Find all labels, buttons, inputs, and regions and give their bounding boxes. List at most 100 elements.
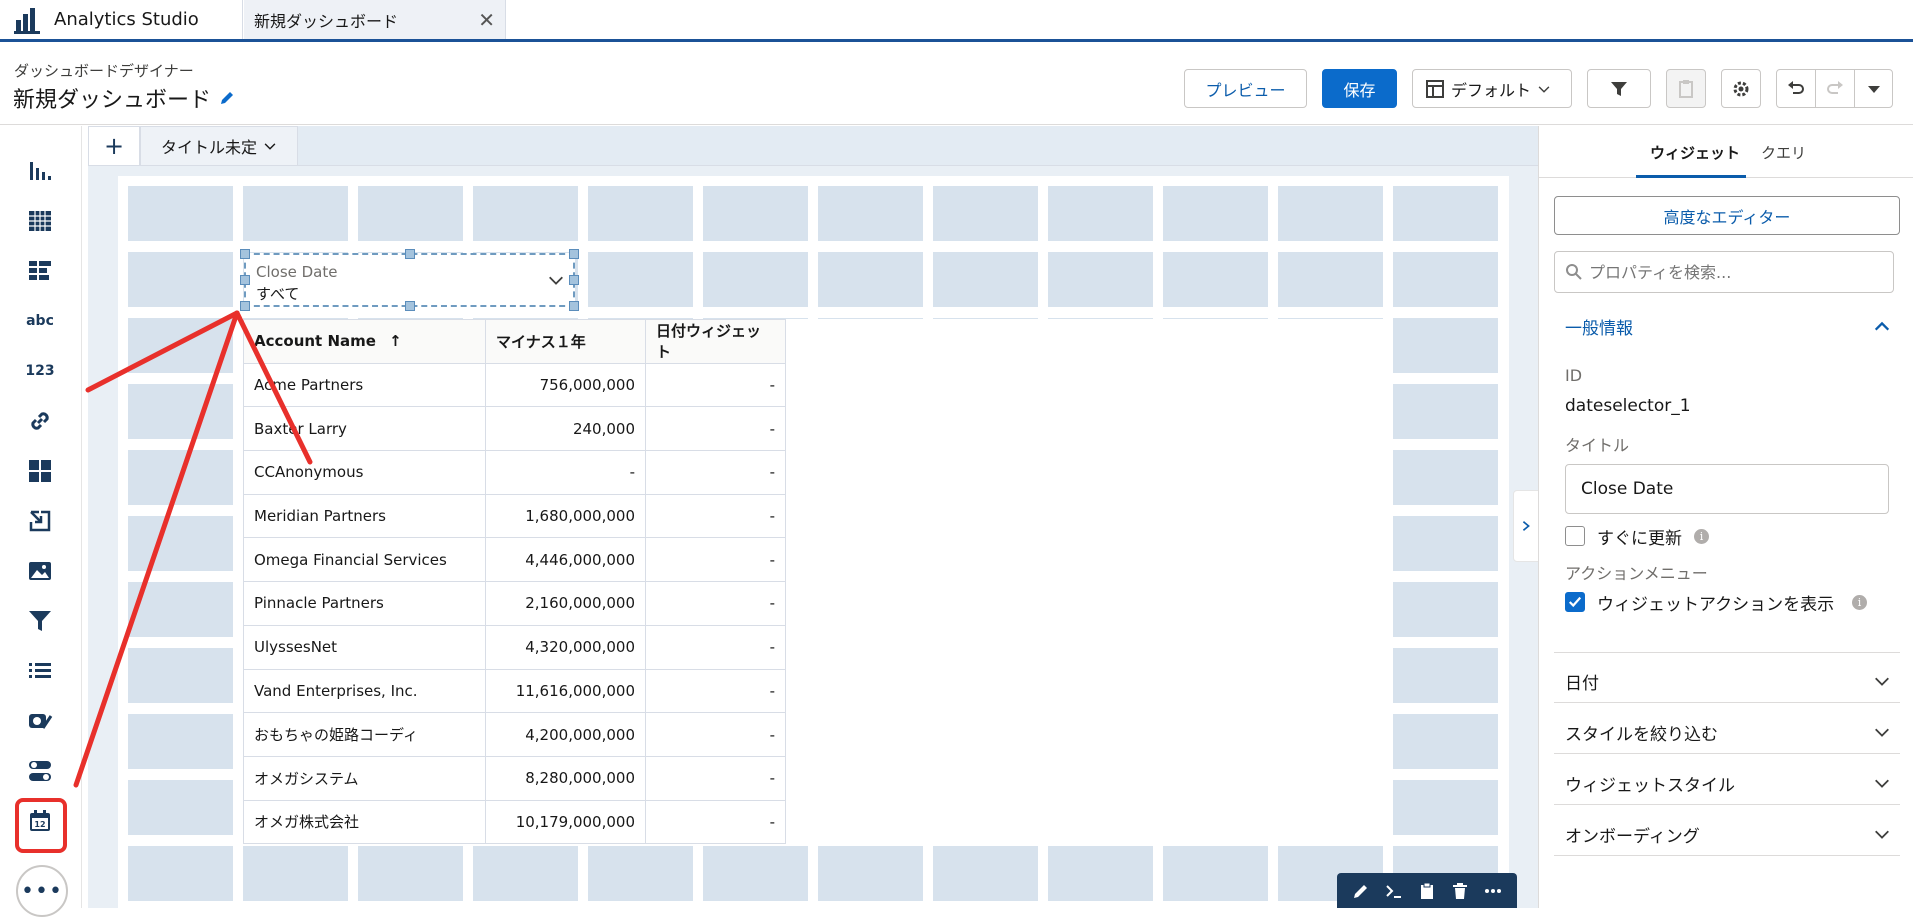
- column-header-date-widget[interactable]: 日付ウィジェット: [645, 319, 786, 364]
- grid-cell: [1393, 714, 1498, 769]
- resize-handle[interactable]: [240, 275, 250, 285]
- table-row[interactable]: オメガシステム 8,280,000,000-: [243, 755, 786, 801]
- divider: [1554, 652, 1900, 653]
- settings-button[interactable]: [1721, 69, 1761, 108]
- table-widget-button[interactable]: [25, 206, 55, 236]
- title-field[interactable]: [1565, 464, 1889, 514]
- delete-widget-button[interactable]: [1449, 880, 1471, 902]
- chart-widget-button[interactable]: [25, 156, 55, 186]
- chevron-down-icon[interactable]: [1873, 672, 1891, 690]
- grid-cell: [358, 846, 463, 901]
- chevron-down-icon[interactable]: [1873, 774, 1891, 792]
- more-options-icon[interactable]: [1482, 880, 1504, 902]
- navigation-widget-button[interactable]: [25, 506, 55, 536]
- layout-dropdown[interactable]: デフォルト: [1412, 69, 1572, 108]
- query-button[interactable]: [1383, 880, 1405, 902]
- list-selector-icon: [29, 663, 51, 678]
- chevron-down-icon[interactable]: [547, 271, 565, 289]
- table-row[interactable]: UlyssesNet 4,320,000,000-: [243, 624, 786, 670]
- list-selector-widget-button[interactable]: [25, 656, 55, 686]
- tab-widget[interactable]: ウィジェット: [1650, 142, 1740, 163]
- clipboard-button[interactable]: [1666, 69, 1706, 108]
- column-header-account-name[interactable]: Account Name ↑: [243, 319, 486, 364]
- info-icon[interactable]: i: [1852, 595, 1867, 610]
- link-widget-button[interactable]: [25, 406, 55, 436]
- compare-table-widget-button[interactable]: [25, 256, 55, 286]
- table-row[interactable]: Baxter Larry 240,000-: [243, 406, 786, 452]
- edit-title-icon[interactable]: [219, 90, 235, 106]
- table-row[interactable]: オメガ株式会社 10,179,000,000-: [243, 799, 786, 845]
- date-widget-cell: -: [645, 537, 786, 583]
- undo-button[interactable]: [1776, 69, 1816, 108]
- chevron-up-icon[interactable]: [1873, 318, 1891, 336]
- table-row[interactable]: Omega Financial Services 4,446,000,000-: [243, 537, 786, 583]
- account-name-cell: Meridian Partners: [243, 493, 486, 539]
- grid-cell: [1393, 384, 1498, 439]
- date-widget-cell: -: [645, 406, 786, 452]
- resize-handle[interactable]: [240, 249, 250, 259]
- dashboard-tab[interactable]: 新規ダッシュボード ✕: [244, 0, 506, 39]
- yoy-widget-button[interactable]: [25, 706, 55, 736]
- app-tab[interactable]: Analytics Studio: [0, 0, 243, 39]
- grid-cell: [933, 252, 1038, 307]
- page-tab-untitled[interactable]: タイトル未定: [140, 126, 298, 166]
- save-button[interactable]: 保存: [1322, 69, 1397, 108]
- tab-query[interactable]: クエリ: [1761, 142, 1806, 163]
- designer-subtitle: ダッシュボードデザイナー: [14, 62, 194, 80]
- chevron-down-icon[interactable]: [1873, 723, 1891, 741]
- advanced-editor-button[interactable]: 高度なエディター: [1554, 196, 1900, 235]
- info-icon[interactable]: i: [1694, 529, 1709, 544]
- section-filter-style[interactable]: スタイルを絞り込む: [1565, 720, 1718, 745]
- update-now-checkbox[interactable]: [1565, 526, 1585, 546]
- date-widget-cell: -: [645, 362, 786, 408]
- resize-handle[interactable]: [405, 301, 415, 311]
- container-widget-button[interactable]: [25, 456, 55, 486]
- column-header-minus-1-year[interactable]: マイナス１年: [485, 319, 646, 364]
- table-row[interactable]: Vand Enterprises, Inc. 11,616,000,000-: [243, 668, 786, 714]
- show-actions-checkbox[interactable]: [1565, 592, 1585, 612]
- paste-button[interactable]: [1416, 880, 1438, 902]
- section-general[interactable]: 一般情報: [1565, 314, 1633, 339]
- image-widget-button[interactable]: [25, 556, 55, 586]
- more-widgets-button[interactable]: •••: [16, 865, 68, 917]
- section-date[interactable]: 日付: [1565, 669, 1599, 694]
- grid-cell: [128, 384, 233, 439]
- edit-widget-button[interactable]: [1350, 880, 1372, 902]
- close-tab-icon[interactable]: ✕: [478, 8, 495, 32]
- resize-handle[interactable]: [240, 301, 250, 311]
- section-widget-style[interactable]: ウィジェットスタイル: [1565, 771, 1735, 796]
- filter-widget-button[interactable]: [25, 606, 55, 636]
- grid-cell: [1393, 582, 1498, 637]
- table-row[interactable]: CCAnonymous - -: [243, 450, 786, 495]
- date-selector-value: すべて: [256, 285, 300, 303]
- grid-cell: [128, 318, 233, 373]
- undo-icon: [1788, 80, 1804, 94]
- property-search[interactable]: [1554, 251, 1894, 293]
- text-widget-button[interactable]: abc: [25, 306, 55, 336]
- grid-cell: [818, 186, 923, 241]
- more-actions-button[interactable]: [1854, 69, 1893, 108]
- page-tab-bar: + タイトル未定: [88, 126, 1538, 166]
- chevron-down-icon[interactable]: [1873, 825, 1891, 843]
- account-name-cell: オメガ株式会社: [243, 799, 486, 845]
- resize-handle[interactable]: [569, 249, 579, 259]
- add-page-button[interactable]: +: [88, 126, 140, 166]
- filter-button[interactable]: [1587, 69, 1651, 108]
- table-row[interactable]: Pinnacle Partners 2,160,000,000-: [243, 581, 786, 626]
- table-row[interactable]: Meridian Partners 1,680,000,000-: [243, 493, 786, 539]
- table-row[interactable]: Acme Partners 756,000,000-: [243, 362, 786, 408]
- toggle-widget-button[interactable]: [25, 756, 55, 786]
- preview-button[interactable]: プレビュー: [1184, 69, 1307, 108]
- resize-handle[interactable]: [569, 301, 579, 311]
- number-widget-button[interactable]: 123: [25, 356, 55, 386]
- resize-handle[interactable]: [405, 249, 415, 259]
- date-selector-widget[interactable]: Close Date すべて: [240, 249, 579, 311]
- values-table[interactable]: Account Name ↑ マイナス１年 日付ウィジェット Acme Part…: [243, 319, 786, 845]
- property-search-input[interactable]: [1589, 262, 1869, 282]
- redo-button[interactable]: [1815, 69, 1855, 108]
- table-row[interactable]: おもちゃの姫路コーディ 4,200,000,000-: [243, 712, 786, 757]
- section-onboarding[interactable]: オンボーディング: [1565, 822, 1700, 847]
- collapse-panel-button[interactable]: [1513, 490, 1539, 562]
- resize-handle[interactable]: [569, 275, 579, 285]
- clipboard-icon: [1679, 79, 1693, 98]
